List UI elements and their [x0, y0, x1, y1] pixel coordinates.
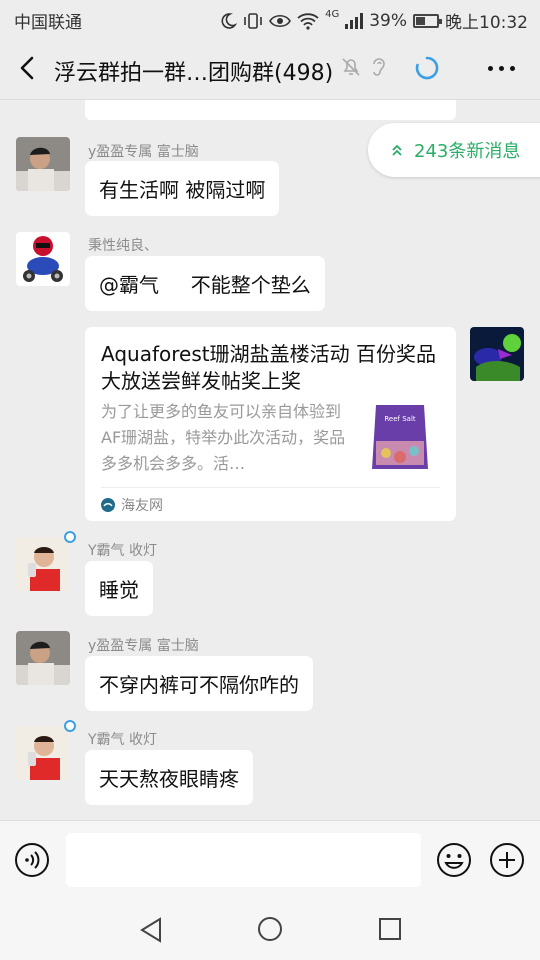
thumb-label: Reef Salt — [384, 415, 416, 423]
online-status-icon — [64, 720, 76, 732]
chat-header: 浮云群拍一群…团购群(498) — [0, 38, 540, 100]
source-label: 海友网 — [121, 498, 163, 514]
input-bar — [0, 820, 540, 900]
message-text: 睡觉 — [99, 578, 139, 602]
card-thumbnail: Reef Salt — [368, 401, 432, 473]
sender-name: Y霸气 收灯 — [88, 543, 158, 559]
avatar[interactable] — [16, 631, 70, 685]
message-bubble-partial — [85, 100, 456, 120]
battery-percent: 39% — [369, 10, 407, 31]
card-title: Aquaforest珊湖盐盖楼活动 百份奖品大放送尝鲜发帖奖上奖 — [101, 342, 436, 393]
battery-icon — [413, 13, 442, 28]
online-status-icon — [64, 531, 76, 543]
sender-name: y盈盈专属 富士脑 — [88, 638, 199, 654]
signal-icon — [345, 12, 364, 29]
clock: 晚上10:32 — [445, 13, 528, 33]
system-nav-bar — [0, 900, 540, 960]
voice-icon[interactable] — [14, 842, 50, 878]
wifi-icon — [297, 12, 319, 30]
message-text: 有生活啊 被隔过啊 — [99, 178, 266, 202]
message-bubble[interactable]: 天天熬夜眼睛疼 — [85, 750, 253, 805]
chat-area[interactable]: 243条新消息 y盈盈专属 富士脑 有生活啊 被隔过啊 秉性纯良、 @霸气 不能… — [0, 100, 540, 820]
chat-title[interactable]: 浮云群拍一群…团购群(498) — [54, 55, 333, 87]
moon-icon — [221, 12, 238, 29]
refresh-icon[interactable] — [414, 55, 440, 81]
new-messages-label: 243条新消息 — [414, 141, 521, 162]
message-bubble[interactable]: 有生活啊 被隔过啊 — [85, 161, 280, 216]
network-label: 4G — [325, 9, 340, 20]
message-bubble[interactable]: @霸气 不能整个垫么 — [85, 256, 325, 311]
eye-icon — [269, 14, 292, 27]
message-bubble[interactable]: 睡觉 — [85, 561, 153, 616]
plus-icon[interactable] — [489, 842, 525, 878]
link-card[interactable]: Aquaforest珊湖盐盖楼活动 百份奖品大放送尝鲜发帖奖上奖 为了让更多的鱼… — [85, 327, 456, 521]
emoji-icon[interactable] — [436, 842, 472, 878]
vibrate-icon — [244, 12, 262, 29]
nav-recent-icon[interactable] — [377, 916, 403, 942]
message-bubble[interactable]: 不穿内裤可不隔你咋的 — [85, 656, 313, 711]
card-divider — [101, 487, 440, 488]
message-text: 天天熬夜眼睛疼 — [99, 767, 239, 791]
message-text: @霸气 不能整个垫么 — [99, 273, 311, 297]
card-description: 为了让更多的鱼友可以亲自体验到AF珊湖盐，特举办此次活动，奖品多多机会多多。活… — [101, 402, 346, 473]
earpiece-icon — [373, 58, 385, 76]
avatar[interactable] — [16, 537, 70, 591]
status-icons: 4G 39% 晚上10:32 — [219, 8, 528, 33]
back-icon[interactable] — [14, 54, 42, 82]
new-messages-button[interactable]: 243条新消息 — [368, 123, 540, 177]
more-icon[interactable] — [488, 66, 515, 71]
status-bar: 中国联通 4G 39% 晚上10:32 — [0, 0, 540, 38]
sender-name: y盈盈专属 富士脑 — [88, 144, 199, 160]
avatar[interactable] — [470, 327, 524, 381]
sender-name: Y霸气 收灯 — [88, 732, 158, 748]
carrier-label: 中国联通 — [14, 13, 82, 33]
message-text: 不穿内裤可不隔你咋的 — [99, 673, 299, 697]
nav-back-icon[interactable] — [138, 916, 164, 944]
avatar[interactable] — [16, 726, 70, 780]
mute-bell-icon — [342, 58, 360, 76]
nav-home-icon[interactable] — [257, 916, 283, 942]
avatar[interactable] — [16, 137, 70, 191]
card-source: 海友网 — [101, 495, 163, 515]
sender-name: 秉性纯良、 — [88, 238, 158, 254]
avatar[interactable] — [16, 232, 70, 286]
source-logo-icon — [101, 498, 115, 512]
message-input[interactable] — [66, 833, 421, 887]
double-chevron-up-icon — [392, 144, 402, 156]
